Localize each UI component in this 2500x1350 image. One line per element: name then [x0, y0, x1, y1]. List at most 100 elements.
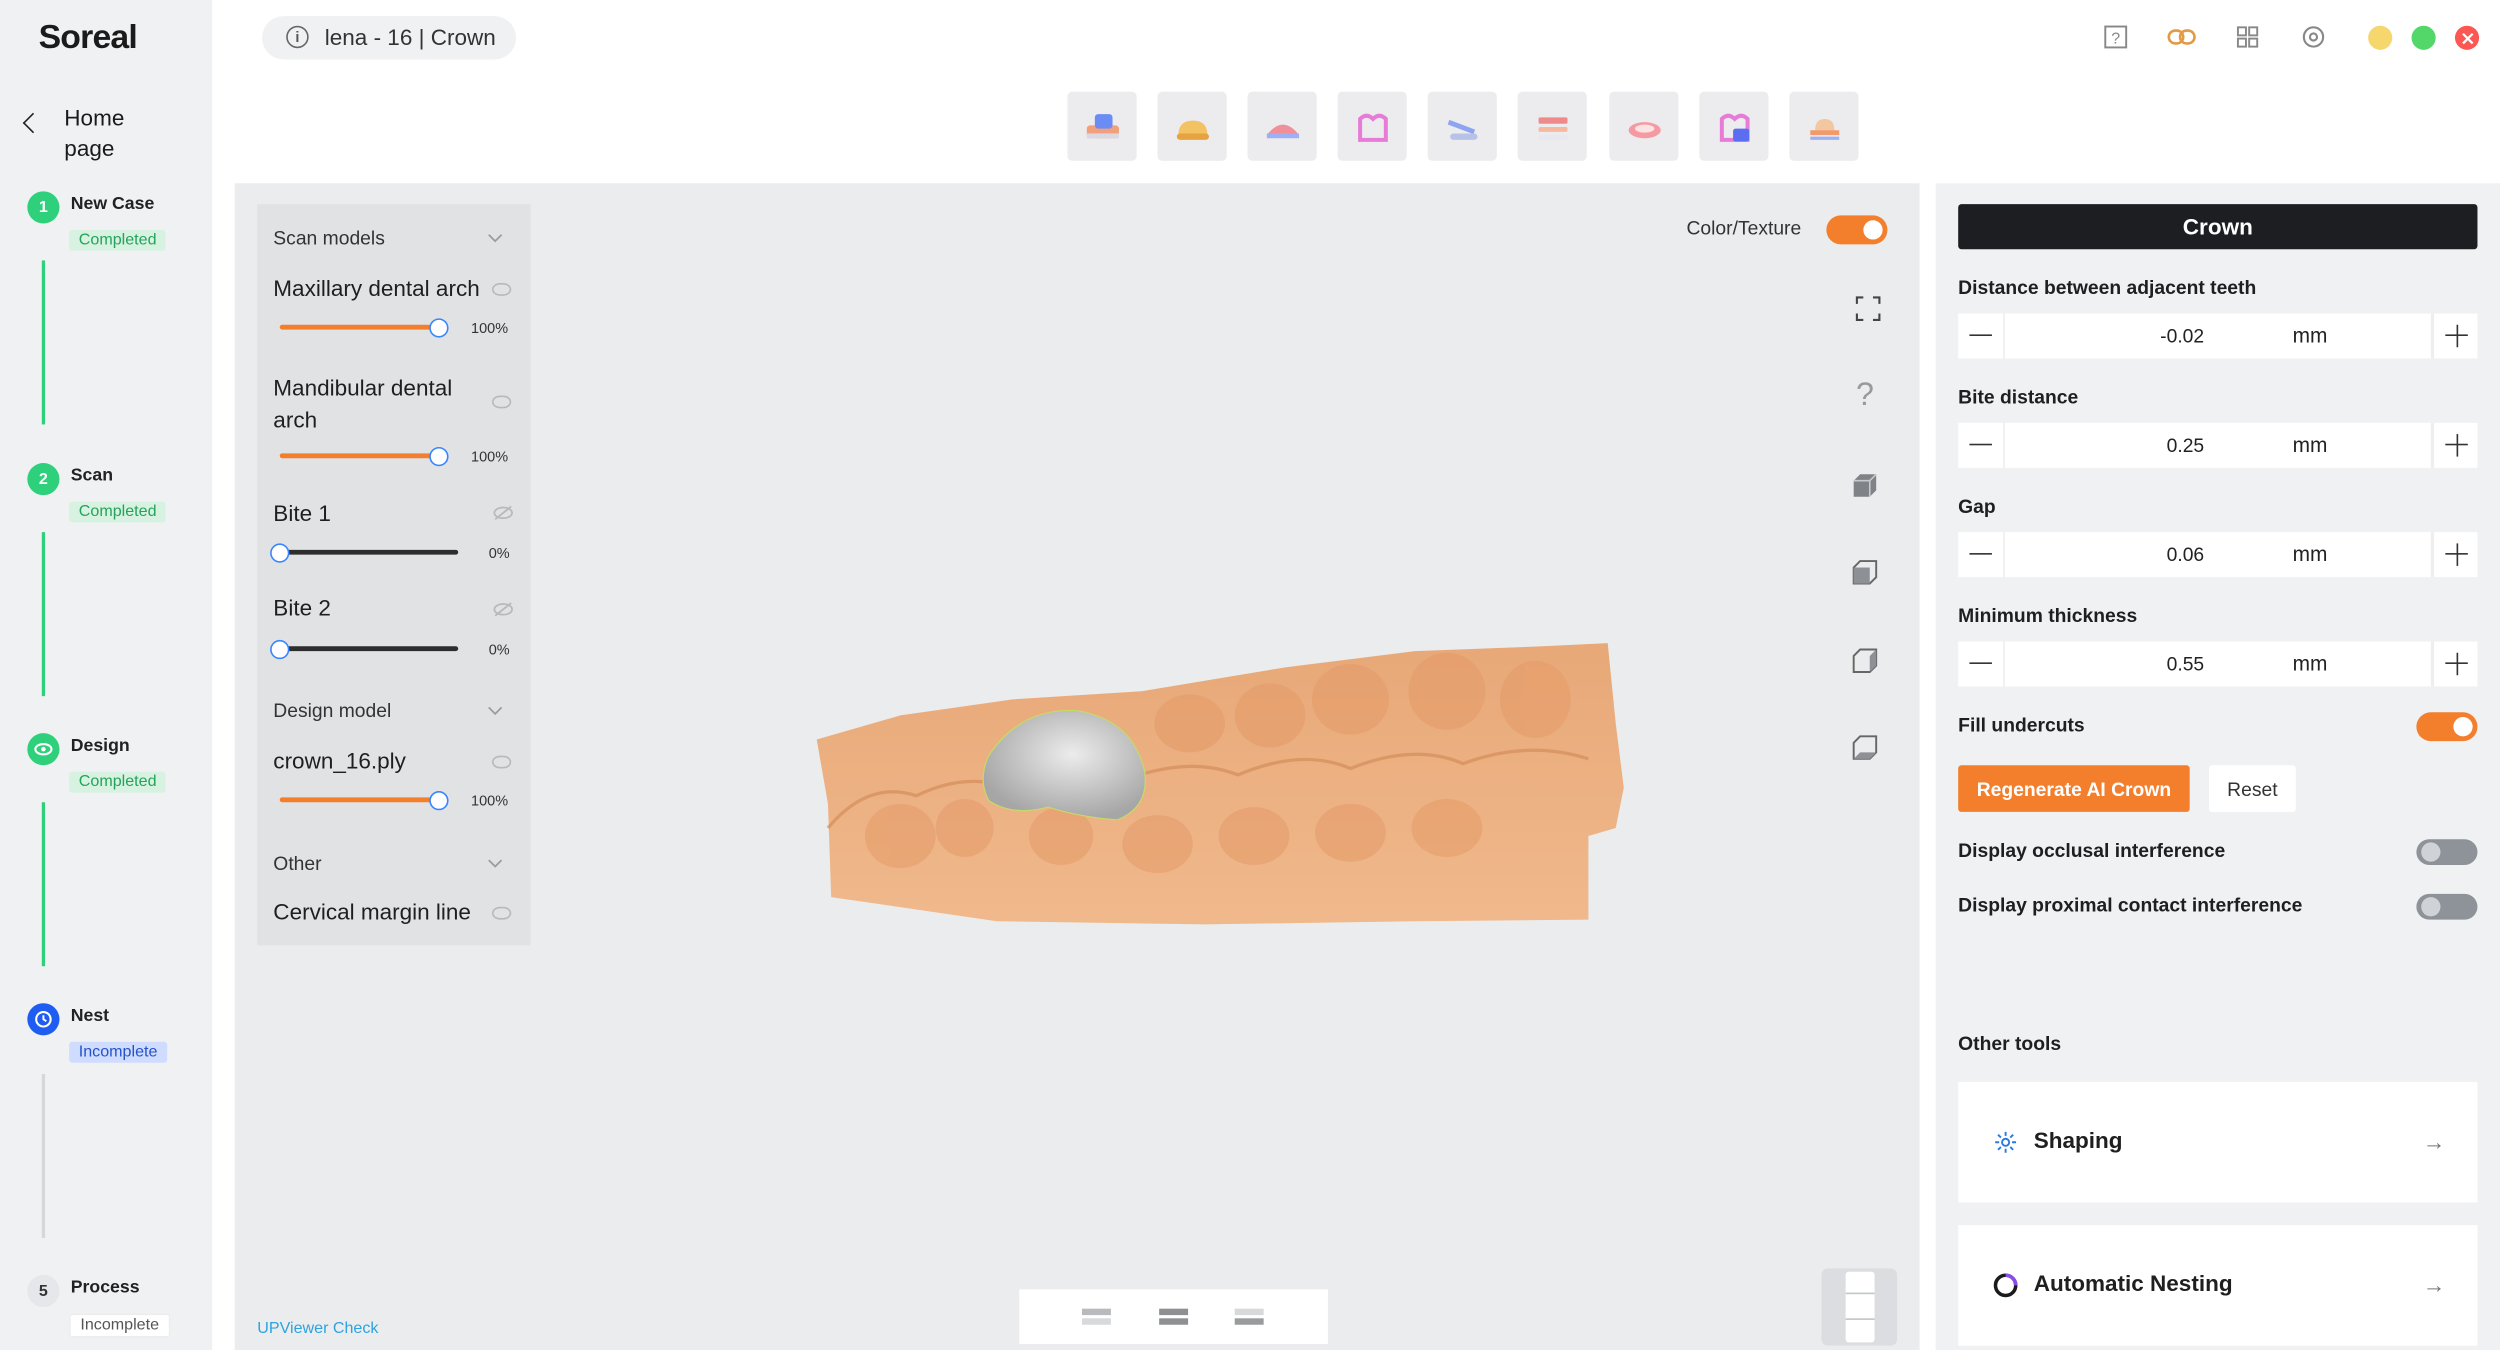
maximize-button[interactable]: [2411, 25, 2436, 50]
visibility-eye-icon[interactable]: [491, 282, 512, 296]
link-icon[interactable]: [2166, 21, 2198, 53]
arrow-right-icon: →: [2422, 1128, 2446, 1155]
step-2-indicator: 2: [27, 463, 60, 496]
orientation-cube[interactable]: [1821, 1268, 1898, 1346]
chevron-left-icon: [22, 112, 44, 134]
jaw-upper-view-button[interactable]: [1080, 1304, 1112, 1338]
unit-label: mm: [2292, 323, 2328, 348]
layer-mandibular-label: Mandibular dental arch: [273, 374, 453, 433]
dental-model-3d[interactable]: [804, 627, 1648, 949]
increment-button[interactable]: [2432, 422, 2477, 468]
visibility-eye-icon[interactable]: [491, 395, 512, 409]
occlusal-interference-toggle[interactable]: [2416, 839, 2478, 865]
model-tool-button[interactable]: [1789, 91, 1859, 161]
increment-button[interactable]: [2432, 532, 2477, 578]
decrement-button[interactable]: [1958, 641, 2003, 686]
bite1-opacity-slider[interactable]: [270, 543, 290, 563]
layers-tool-icon: [1537, 116, 1567, 140]
back-to-home-button[interactable]: Home page: [22, 103, 187, 164]
crown-tool-button[interactable]: [1157, 91, 1227, 161]
ai-tool-button[interactable]: [1699, 91, 1769, 161]
proximal-interference-label: Display proximal contact interference: [1958, 893, 2303, 917]
step-5-status-badge: Incomplete: [69, 1313, 171, 1338]
step-5-title[interactable]: Process: [71, 1278, 140, 1297]
regenerate-ai-crown-button[interactable]: Regenerate AI Crown: [1958, 765, 2190, 812]
bite-distance-stepper[interactable]: 0.25 mm: [1958, 422, 2478, 468]
crown-opacity-slider[interactable]: [429, 790, 449, 811]
coping-tool-icon: [1357, 112, 1388, 142]
mandibular-opacity-slider[interactable]: [429, 446, 449, 467]
decrement-button[interactable]: [1958, 423, 2003, 468]
step-4-clock-indicator: [27, 1003, 60, 1036]
param-label: Minimum thickness: [1958, 604, 2138, 628]
min-thickness-value[interactable]: 0.55: [2003, 641, 2205, 686]
denture-tool-button[interactable]: [1427, 91, 1497, 161]
coping-tool-button[interactable]: [1337, 91, 1407, 161]
automatic-nesting-tool-card[interactable]: Automatic Nesting →: [1958, 1225, 2478, 1346]
visibility-eye-icon[interactable]: [491, 755, 512, 769]
bite2-opacity-value: 0%: [488, 641, 510, 658]
crown-opacity-fill: [279, 797, 439, 803]
view-bottom-icon[interactable]: [1847, 730, 1882, 765]
maxillary-opacity-slider[interactable]: [429, 318, 449, 338]
increment-button[interactable]: [2432, 313, 2477, 359]
param-label: Bite distance: [1958, 385, 2079, 409]
case-title-pill[interactable]: i lena - 16 | Crown: [262, 16, 517, 60]
grid-icon[interactable]: [2231, 21, 2263, 53]
step-2-title[interactable]: Scan: [71, 466, 113, 485]
gap-value[interactable]: 0.06: [2003, 532, 2205, 577]
automatic-nesting-tool-name: Automatic Nesting: [2033, 1270, 2233, 1296]
step-3-title[interactable]: Design: [71, 736, 130, 755]
scan-models-header[interactable]: Scan models: [273, 227, 385, 250]
bite2-opacity-slider[interactable]: [270, 639, 290, 660]
shaping-tool-card[interactable]: Shaping →: [1958, 1081, 2478, 1203]
adjacent-distance-stepper[interactable]: -0.02 mm: [1958, 313, 2478, 359]
gingiva-tool-icon: [1627, 121, 1660, 138]
shaping-icon: [1995, 1131, 2017, 1153]
gingiva-tool-button[interactable]: [1609, 91, 1679, 161]
upviewer-check-link[interactable]: UPViewer Check: [257, 1320, 378, 1338]
chevron-down-icon[interactable]: [487, 233, 503, 243]
decrement-button[interactable]: [1958, 532, 2003, 577]
adjacent-distance-value[interactable]: -0.02: [2003, 314, 2204, 359]
proximal-interference-toggle[interactable]: [2416, 893, 2478, 920]
close-button[interactable]: [2454, 25, 2480, 50]
step-connector: [41, 532, 46, 697]
layers-panel: [257, 204, 531, 946]
gap-stepper[interactable]: 0.06 mm: [1958, 532, 2478, 578]
jaw-lower-view-button[interactable]: [1233, 1304, 1265, 1338]
visibility-eye-icon[interactable]: [491, 906, 512, 920]
bite-distance-value[interactable]: 0.25: [2003, 423, 2205, 468]
view-side-icon[interactable]: [1847, 643, 1882, 678]
help-icon[interactable]: ?: [2100, 21, 2132, 53]
scan-tool-button[interactable]: [1067, 91, 1137, 161]
bridge-tool-button[interactable]: [1247, 91, 1317, 161]
view-front-icon[interactable]: [1847, 555, 1882, 590]
both-jaws-icon: [1159, 1308, 1189, 1325]
decrement-button[interactable]: [1958, 314, 2003, 359]
other-header[interactable]: Other: [273, 852, 321, 875]
color-texture-toggle[interactable]: [1826, 215, 1888, 245]
step-3-status-badge: Completed: [69, 771, 167, 793]
jaw-both-view-button[interactable]: [1158, 1304, 1190, 1338]
chevron-down-icon[interactable]: [487, 706, 503, 716]
fill-undercuts-toggle[interactable]: [2416, 712, 2478, 742]
min-thickness-stepper[interactable]: 0.55 mm: [1958, 641, 2478, 687]
fullscreen-icon[interactable]: [1850, 291, 1885, 326]
visibility-hidden-icon[interactable]: [492, 505, 515, 521]
step-1-title[interactable]: New Case: [71, 195, 155, 214]
view-help-icon[interactable]: ?: [1847, 377, 1882, 413]
reset-button[interactable]: Reset: [2208, 765, 2296, 812]
design-model-header[interactable]: Design model: [273, 699, 391, 722]
view-perspective-icon[interactable]: [1847, 468, 1882, 503]
lower-jaw-icon: [1234, 1308, 1264, 1325]
step-4-title[interactable]: Nest: [71, 1006, 109, 1025]
minimize-button[interactable]: [2368, 25, 2393, 50]
visibility-hidden-icon[interactable]: [492, 601, 515, 617]
settings-icon[interactable]: [2297, 21, 2329, 53]
panel-title: Crown: [1958, 204, 2478, 250]
layers-tool-button[interactable]: [1517, 91, 1587, 161]
increment-button[interactable]: [2432, 641, 2477, 687]
layer-crown-label: crown_16.ply: [273, 747, 406, 774]
chevron-down-icon[interactable]: [487, 859, 503, 869]
